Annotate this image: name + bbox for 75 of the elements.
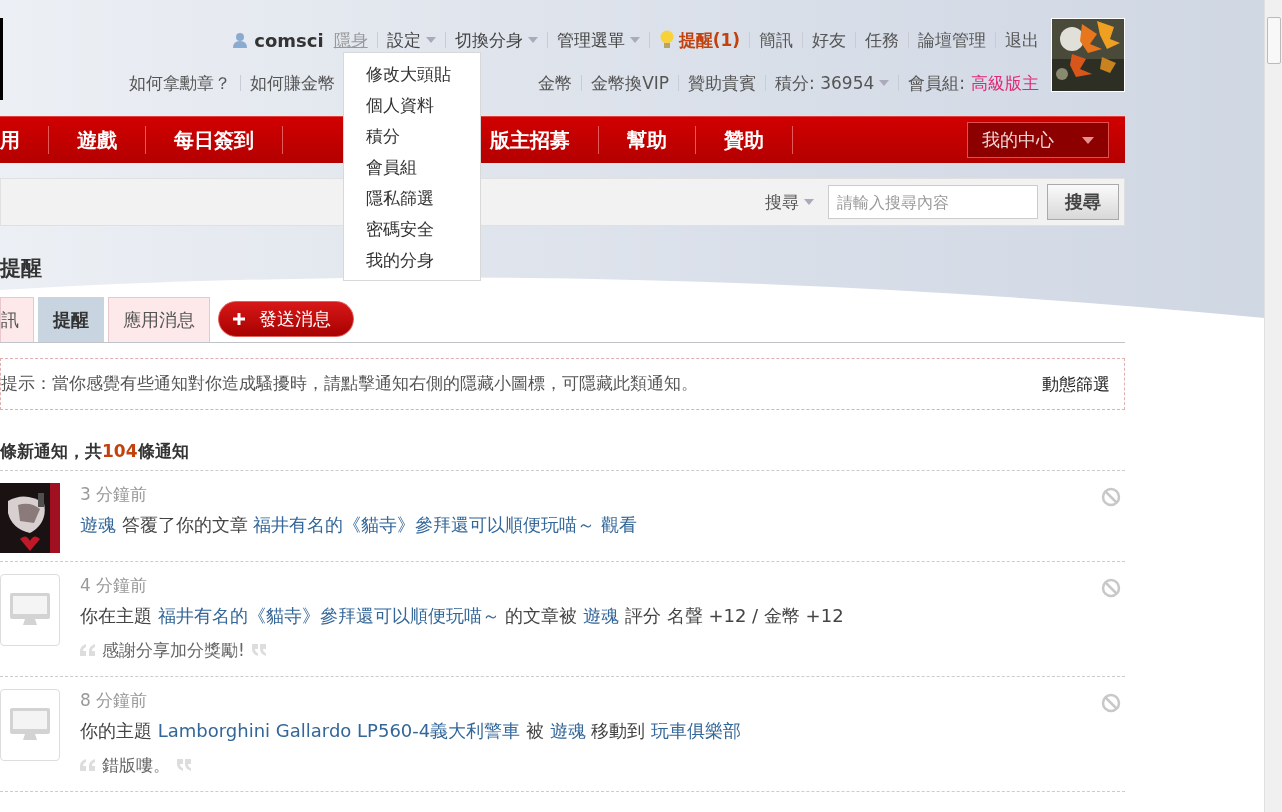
info-link[interactable]: 如何拿勳章？ xyxy=(129,71,232,95)
quote-icon xyxy=(250,644,267,656)
text-link[interactable]: 遊魂 xyxy=(80,514,116,535)
caret-icon xyxy=(1082,136,1094,144)
scrollbar[interactable] xyxy=(1264,0,1282,812)
menu-link[interactable]: 設定 xyxy=(386,28,436,52)
nav-item[interactable]: 幫助 xyxy=(599,126,696,154)
text-link[interactable]: 福井有名的《貓寺》參拜還可以順便玩喵～ xyxy=(253,514,596,535)
user-icon xyxy=(232,32,249,48)
tab[interactable]: 應用消息 xyxy=(108,297,210,342)
menu-item[interactable]: 我的分身 xyxy=(344,245,480,276)
hide-icon[interactable] xyxy=(1101,487,1121,507)
notification-text: 你的主題 Lamborghini Gallardo LP560-4義大利警車 被 遊魂 移動到 玩車俱樂部 xyxy=(80,719,743,743)
quote-icon xyxy=(80,644,96,656)
info-link[interactable]: 贊助貴賓 xyxy=(688,71,757,95)
menu-item[interactable]: 密碼安全 xyxy=(344,214,480,245)
search-scope[interactable]: 搜尋 xyxy=(765,190,814,214)
bulb-icon xyxy=(658,30,675,50)
top-link[interactable]: 好友 xyxy=(812,28,846,52)
text-link[interactable]: 遊魂 xyxy=(583,605,620,626)
monitor-icon xyxy=(10,708,50,742)
points-link[interactable]: 積分: 36954 xyxy=(775,71,890,95)
text-link[interactable]: Lamborghini Gallardo LP560-4義大利警車 xyxy=(157,720,521,741)
search-field[interactable]: 請輸入搜尋內容 xyxy=(828,185,1038,219)
menu-item[interactable]: 修改大頭貼 xyxy=(344,59,480,90)
text-link[interactable]: 玩車俱樂部 xyxy=(651,720,742,741)
notification-text: 你在主題 福井有名的《貓寺》參拜還可以順便玩喵～ 的文章被 遊魂 評分 名聲 +12 / 金幣 +12 xyxy=(80,604,845,628)
quote-icon xyxy=(80,759,96,771)
menu-item[interactable]: 個人資料 xyxy=(344,90,480,121)
nav-item[interactable]: 贊助 xyxy=(696,126,793,154)
text-link[interactable]: 福井有名的《貓寺》參拜還可以順便玩喵～ xyxy=(157,605,500,626)
group-link[interactable]: 高級版主 xyxy=(971,71,1039,95)
top-link[interactable]: 任務 xyxy=(865,28,899,52)
quote-icon xyxy=(176,759,192,771)
filter-link[interactable]: 動態篩選 xyxy=(1042,372,1110,396)
search-button[interactable]: 搜尋 xyxy=(1047,184,1119,220)
notification-count: 條新通知，共104條通知 xyxy=(0,440,190,463)
menu-link[interactable]: 管理選單 xyxy=(556,28,640,52)
caret-icon xyxy=(879,80,890,86)
menu-item[interactable]: 會員組 xyxy=(344,152,480,183)
notification-text: 遊魂 答覆了你的文章 福井有名的《貓寺》參拜還可以順便玩喵～ 觀看 xyxy=(80,513,639,537)
nav-item[interactable]: 版主招募 xyxy=(462,126,599,154)
hint-text: 提示：當你感覺有些通知對你造成騷擾時，請點擊通知右側的隱藏小圖標，可隱藏此類通知。 xyxy=(1,373,698,395)
notice-link[interactable]: 提醒(1) xyxy=(678,28,740,52)
quote-text: 錯版嘍。 xyxy=(102,753,170,777)
tab[interactable]: 訊 xyxy=(0,297,34,342)
top-link[interactable]: 簡訊 xyxy=(759,28,793,52)
top-link[interactable]: 退出 xyxy=(1005,28,1039,52)
top-link[interactable]: 論壇管理 xyxy=(918,28,986,52)
info-link[interactable]: 金幣換VIP xyxy=(591,71,670,95)
scrollbar-thumb[interactable] xyxy=(1267,17,1281,64)
caret-icon xyxy=(804,199,814,205)
time-text: 8 分鐘前 xyxy=(80,689,149,712)
plus-icon xyxy=(233,313,245,325)
hide-icon[interactable] xyxy=(1101,693,1121,713)
page-title: 提醒 xyxy=(0,255,42,282)
text-link[interactable]: 遊魂 xyxy=(549,720,586,741)
time-text: 4 分鐘前 xyxy=(80,574,149,597)
tab[interactable]: 提醒 xyxy=(38,297,104,342)
username-link[interactable]: comsci xyxy=(254,29,324,51)
hide-icon[interactable] xyxy=(1101,578,1121,598)
nav-item[interactable]: 用 xyxy=(0,126,49,154)
my-center-button[interactable]: 我的中心 xyxy=(967,122,1109,158)
info-link[interactable]: 金幣 xyxy=(538,71,573,95)
quote-text: 感謝分享加分獎勵! xyxy=(102,638,245,662)
menu-item[interactable]: 隱私篩選 xyxy=(344,183,480,214)
monitor-icon xyxy=(10,593,50,627)
send-message-button[interactable]: 發送消息 xyxy=(218,301,354,337)
text-link[interactable]: 觀看 xyxy=(601,514,638,535)
time-text: 3 分鐘前 xyxy=(80,483,149,506)
menu-link[interactable]: 切換分身 xyxy=(454,28,538,52)
group-label: 會員組: xyxy=(908,71,965,95)
nav-item[interactable]: 每日簽到 xyxy=(146,126,283,154)
nav-item[interactable]: 遊戲 xyxy=(49,126,146,154)
info-link[interactable]: 如何賺金幣 xyxy=(250,71,336,95)
